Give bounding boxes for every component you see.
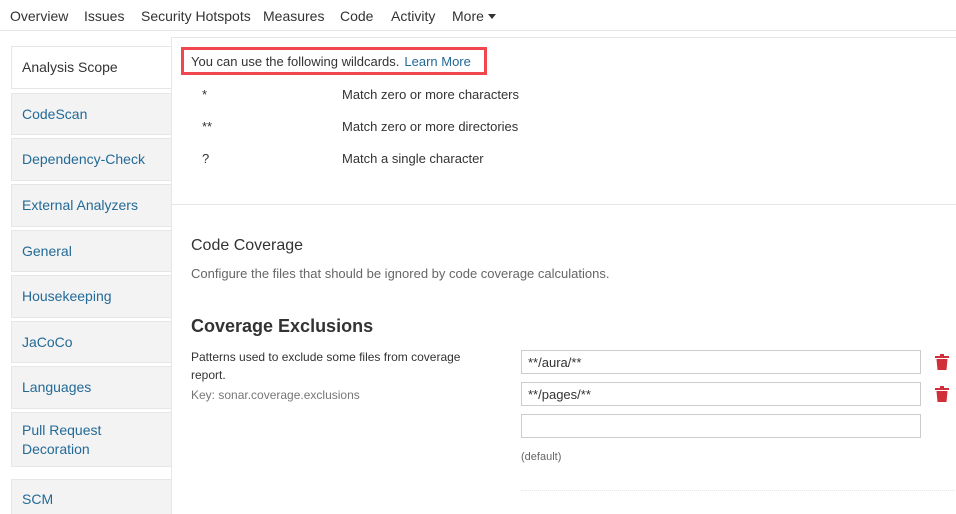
sidebar-item-jacoco[interactable]: JaCoCo [11, 321, 171, 363]
delete-trash-icon[interactable] [935, 354, 949, 370]
sidebar-item-languages[interactable]: Languages [11, 366, 171, 409]
exclusion-pattern-input[interactable] [521, 350, 921, 374]
sidebar-item-label: JaCoCo [22, 333, 73, 350]
sidebar-item-housekeeping[interactable]: Housekeeping [11, 275, 171, 318]
sidebar-item-label: Pull Request Decoration [22, 421, 102, 457]
top-navigation: Overview Issues Security Hotspots Measur… [0, 0, 956, 31]
sidebar-item-label: SCM [22, 490, 54, 507]
caret-down-icon [487, 14, 496, 19]
nav-activity[interactable]: Activity [391, 8, 435, 24]
wildcards-notice: You can use the following wildcards. Lea… [181, 47, 487, 75]
sidebar-item-pull-request-decoration[interactable]: Pull Request Decoration [11, 412, 171, 467]
wildcards-intro: You can use the following wildcards. [191, 53, 400, 69]
settings-main-panel: You can use the following wildcards. Lea… [171, 37, 956, 514]
sidebar-item-label: Languages [22, 379, 92, 395]
nav-more[interactable]: More [452, 8, 496, 24]
sidebar-item-codescan[interactable]: CodeScan [11, 93, 171, 135]
sidebar-item-analysis-scope[interactable]: Analysis Scope [11, 46, 171, 89]
sidebar-item-external-analyzers[interactable]: External Analyzers [11, 184, 171, 227]
sidebar-item-label: CodeScan [22, 105, 88, 122]
wildcard-description: Match zero or more directories [342, 119, 519, 134]
nav-code[interactable]: Code [340, 8, 373, 24]
nav-measures[interactable]: Measures [263, 8, 324, 24]
exclusion-pattern-input[interactable] [521, 382, 921, 406]
sidebar-item-label: External Analyzers [22, 197, 138, 213]
code-coverage-description: Configure the files that should be ignor… [191, 266, 610, 281]
section-divider [172, 204, 956, 205]
nav-more-label: More [452, 8, 484, 24]
wildcard-symbol: * [202, 87, 208, 102]
delete-trash-icon[interactable] [935, 386, 949, 402]
learn-more-link[interactable]: Learn More [404, 54, 470, 69]
nav-security-hotspots[interactable]: Security Hotspots [141, 8, 251, 24]
coverage-exclusions-description: Patterns used to exclude some files from… [191, 350, 461, 382]
sidebar-item-label: Dependency-Check [22, 151, 145, 167]
coverage-exclusions-title: Coverage Exclusions [191, 316, 374, 336]
sidebar-item-general[interactable]: General [11, 230, 171, 272]
coverage-exclusions-key: Key: sonar.coverage.exclusions [191, 388, 360, 402]
wildcard-description: Match a single character [342, 151, 484, 166]
sidebar-item-scm[interactable]: SCM [11, 479, 171, 514]
wildcard-symbol: ** [202, 119, 213, 134]
sidebar-item-label: Analysis Scope [22, 59, 118, 75]
nav-overview[interactable]: Overview [10, 8, 68, 24]
settings-sidebar: Analysis Scope CodeScan Dependency-Check… [11, 46, 171, 514]
dotted-divider [521, 490, 956, 491]
wildcard-symbol: ? [202, 151, 210, 166]
sidebar-item-dependency-check[interactable]: Dependency-Check [11, 138, 171, 181]
exclusion-pattern-input-empty[interactable] [521, 414, 921, 438]
code-coverage-title: Code Coverage [191, 237, 304, 254]
default-label: (default) [521, 451, 562, 463]
sidebar-item-label: Housekeeping [22, 288, 112, 304]
nav-issues[interactable]: Issues [84, 8, 124, 24]
wildcard-description: Match zero or more characters [342, 87, 520, 102]
sidebar-item-label: General [22, 242, 72, 259]
